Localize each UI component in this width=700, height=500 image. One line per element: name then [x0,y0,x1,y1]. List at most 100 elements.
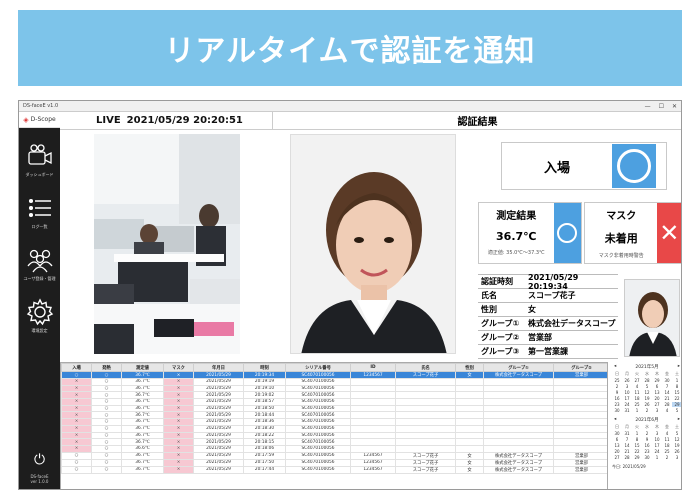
calendar-day[interactable]: 1 [632,408,642,413]
calendar-day[interactable]: 31 [622,408,632,413]
calendar-day[interactable]: 30 [612,431,622,436]
table-row[interactable]: × ○ 36.7℃ × 2021/05/29 20:19:02 SC4070100056 [61,391,607,400]
calendar-next-icon[interactable]: ▸ [678,417,680,423]
calendar-day[interactable]: 5 [672,431,681,436]
table-row[interactable]: × ○ 36.7℃ × 2021/05/29 20:18:36 SC4070100056 [61,418,607,426]
calendar-day[interactable]: 2 [642,408,652,413]
calendar-day[interactable]: 1 [672,378,681,383]
calendar-day[interactable]: 21 [662,396,672,401]
column-header[interactable]: 性別 [455,363,484,372]
table-row[interactable]: × ○ 36.7℃ × 2021/05/29 20:18:15 SC4070100056 [61,438,607,446]
calendar-day[interactable]: 5 [672,408,681,413]
calendar-day[interactable]: 30 [642,455,652,460]
calendar-day[interactable]: 5 [642,384,652,389]
calendar-day[interactable]: 2 [642,431,652,436]
calendar-day[interactable]: 19 [642,396,652,401]
calendar-day[interactable]: 6 [612,437,622,442]
table-row[interactable]: ○ ○ 36.7℃ × 2021/05/29 20:19:34 SC4070100056 12… [61,371,607,379]
calendar-day[interactable]: 18 [662,443,672,448]
calendar-day[interactable]: 4 [662,431,672,436]
calendar-day[interactable]: 28 [622,455,632,460]
table-row[interactable]: ○ ○ 36.7℃ × 2021/05/29 20:17:59 SC4070100056 12… [61,451,607,460]
calendar-day[interactable]: 6 [652,384,662,389]
close-button[interactable]: ✕ [672,103,677,110]
calendar-day[interactable]: 22 [672,396,681,401]
table-row[interactable]: × ○ 36.7℃ × 2021/05/29 20:18:50 SC4070100056 [61,404,607,413]
table-row[interactable]: × ○ 36.7℃ × 2021/05/29 20:18:30 SC4070100056 [61,424,607,433]
calendar-day[interactable]: 15 [632,443,642,448]
calendar-day[interactable]: 10 [652,437,662,442]
column-header[interactable]: 年月日 [193,363,244,372]
calendar-day[interactable]: 23 [612,402,622,407]
calendar-day[interactable]: 27 [652,402,662,407]
calendar-day[interactable]: 27 [632,378,642,383]
calendar-day[interactable]: 24 [652,449,662,454]
calendar-day[interactable]: 3 [652,431,662,436]
calendar-day[interactable]: 13 [612,443,622,448]
table-row[interactable]: ○ ○ 36.7℃ × 2021/05/29 20:17:50 SC4070100056 12… [61,458,607,467]
calendar-day[interactable]: 3 [622,384,632,389]
column-header[interactable]: ID [350,363,396,372]
column-header[interactable]: 入場 [61,363,92,372]
calendar-day[interactable]: 7 [622,437,632,442]
column-header[interactable]: 氏名 [395,363,456,372]
minimize-button[interactable]: — [645,103,651,110]
calendar-next-icon[interactable]: ▸ [678,364,680,370]
calendar-day[interactable]: 14 [622,443,632,448]
table-row[interactable]: ○ ○ 36.7℃ × 2021/05/29 20:17:44 SC4070100056 12… [61,465,607,474]
calendar-day[interactable]: 8 [632,437,642,442]
calendar-day[interactable]: 20 [652,396,662,401]
table-row[interactable]: × ○ 36.7℃ × 2021/05/29 20:18:22 SC4070100056 [61,431,607,440]
calendar-day[interactable]: 29 [652,378,662,383]
column-header[interactable]: 発熱 [91,363,122,372]
calendar-day[interactable]: 26 [622,378,632,383]
calendar-day[interactable]: 8 [672,384,681,389]
sidebar-item-log-list[interactable]: ログ一覧 [19,194,60,242]
sidebar-item-settings[interactable]: 環境設定 [19,298,60,346]
column-header[interactable]: グループ② [553,363,607,372]
calendar-day[interactable]: 19 [672,443,681,448]
table-row[interactable]: × ○ 36.7℃ × 2021/05/29 20:19:10 SC4070100056 [61,384,607,393]
calendar-day[interactable]: 18 [632,396,642,401]
calendar-day[interactable]: 24 [622,402,632,407]
sidebar-item-user-management[interactable]: ユーザ登録・管理 [19,246,60,294]
calendar-day[interactable]: 1 [652,455,662,460]
calendar-day[interactable]: 29 [632,455,642,460]
calendar-day[interactable]: 15 [672,390,681,395]
calendar-day[interactable]: 27 [612,455,622,460]
calendar-day[interactable]: 4 [632,384,642,389]
calendar-day[interactable]: 25 [612,378,622,383]
calendar-day[interactable]: 29 [672,402,681,407]
calendar-day[interactable]: 3 [672,455,681,460]
calendar-day[interactable]: 1 [632,431,642,436]
calendar-day[interactable]: 7 [662,384,672,389]
calendar-day[interactable]: 16 [642,443,652,448]
calendar-day[interactable]: 25 [662,449,672,454]
calendar-day[interactable]: 22 [632,449,642,454]
column-header[interactable]: 時刻 [243,363,286,372]
calendar-day[interactable]: 25 [632,402,642,407]
table-row[interactable]: × ○ 36.6℃ × 2021/05/29 20:18:06 SC4070100056 [61,444,607,453]
column-header[interactable]: マスク [163,363,194,372]
calendar-day[interactable]: 28 [662,402,672,407]
calendar-day[interactable]: 2 [612,384,622,389]
calendar-day[interactable]: 9 [642,437,652,442]
calendar-day[interactable]: 21 [622,449,632,454]
calendar-day[interactable]: 23 [642,449,652,454]
calendar-day[interactable]: 11 [662,437,672,442]
power-icon[interactable]: ⏻ [19,452,60,468]
table-row[interactable]: × ○ 36.7℃ × 2021/05/29 20:18:44 SC4070100056 [61,411,607,420]
calendar-day[interactable]: 17 [652,443,662,448]
calendar-prev-icon[interactable]: ◂ [614,417,616,423]
calendar-today-label[interactable]: 今日: 2021/05/29 [612,464,681,470]
calendar-day[interactable]: 20 [612,449,622,454]
calendar-day[interactable]: 2 [662,455,672,460]
column-header[interactable]: グループ① [483,363,554,372]
calendar-day[interactable]: 30 [612,408,622,413]
calendar-day[interactable]: 28 [642,378,652,383]
calendar-day[interactable]: 13 [652,390,662,395]
calendar-prev-icon[interactable]: ◂ [614,364,616,370]
calendar-day[interactable]: 31 [622,431,632,436]
calendar-day[interactable]: 30 [662,378,672,383]
calendar-day[interactable]: 12 [672,437,681,442]
